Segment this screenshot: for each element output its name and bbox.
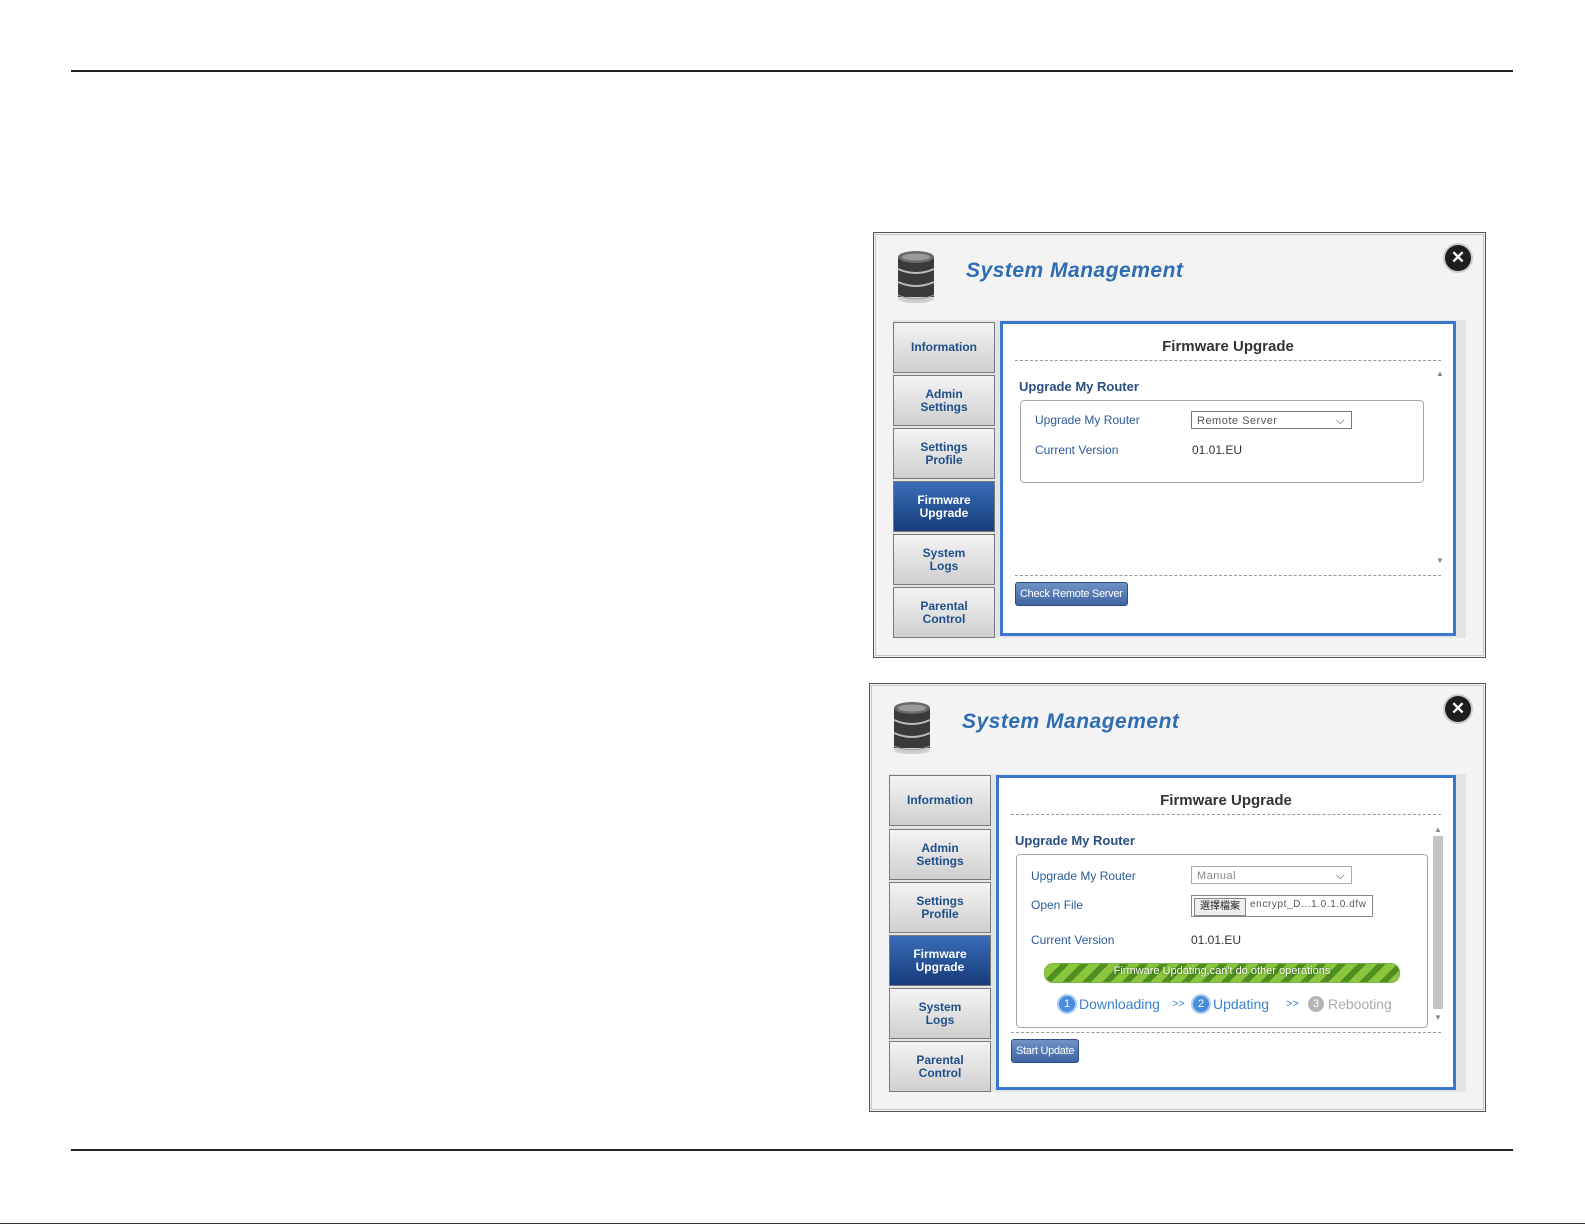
start-update-button[interactable]: Start Update	[1011, 1039, 1080, 1063]
step-updating: 2 Updating	[1193, 996, 1269, 1012]
section-title: Upgrade My Router	[1019, 379, 1139, 394]
sidebar-nav: Information Admin Settings Settings Prof…	[893, 320, 997, 638]
scrollbar-thumb[interactable]	[1433, 836, 1443, 1009]
chevron-down-icon: ⌵	[1336, 870, 1345, 882]
divider	[1011, 814, 1441, 815]
window-title: System Management	[966, 259, 1184, 282]
current-version-label: Current Version	[1035, 443, 1119, 457]
sidebar-item-parental-control[interactable]: Parental Control	[893, 587, 995, 638]
sidebar-item-system-logs[interactable]: System Logs	[889, 988, 991, 1039]
current-version-value: 01.01.EU	[1191, 933, 1242, 947]
step-separator: >>	[1172, 998, 1185, 1010]
upgrade-fieldset: Upgrade My Router Remote Server ⌵ Curren…	[1020, 400, 1424, 483]
check-remote-server-button[interactable]: Check Remote Server	[1015, 582, 1128, 606]
database-icon	[897, 251, 935, 303]
file-name: encrypt_D...1.0.1.0.dfw	[1250, 899, 1367, 910]
sidebar-item-admin-settings[interactable]: Admin Settings	[889, 829, 991, 880]
database-icon	[893, 702, 931, 754]
close-icon[interactable]: ✕	[1445, 245, 1471, 271]
system-management-window-1: System Management ✕ Information Admin Se…	[873, 232, 1486, 658]
sidebar-item-firmware-upgrade[interactable]: Firmware Upgrade	[889, 935, 991, 986]
content-panel: Firmware Upgrade Upgrade My Router Upgra…	[1000, 321, 1456, 636]
window-title: System Management	[962, 710, 1180, 733]
sidebar-item-settings-profile[interactable]: Settings Profile	[893, 428, 995, 479]
sidebar-item-system-logs[interactable]: System Logs	[893, 534, 995, 585]
open-file-label: Open File	[1031, 898, 1084, 912]
firmware-progress-bar: Firmware Updating,can't do other operati…	[1044, 963, 1400, 983]
current-version-value: 01.01.EU	[1192, 443, 1243, 457]
file-input[interactable]: 選擇檔案 encrypt_D...1.0.1.0.dfw	[1191, 895, 1373, 917]
upgrade-mode-select[interactable]: Remote Server ⌵	[1191, 411, 1352, 429]
window-header: System Management ✕	[876, 235, 1483, 315]
progress-text: Firmware Updating,can't do other operati…	[1113, 965, 1331, 977]
bottom-rule	[71, 1149, 1513, 1151]
sidebar-item-parental-control[interactable]: Parental Control	[889, 1041, 991, 1092]
scroll-up-arrow-icon[interactable]: ▲	[1433, 825, 1443, 834]
sidebar-nav: Information Admin Settings Settings Prof…	[889, 774, 993, 1092]
sidebar-item-firmware-upgrade[interactable]: Firmware Upgrade	[893, 481, 995, 532]
divider	[1011, 1032, 1441, 1033]
scroll-up-arrow-icon[interactable]: ▲	[1435, 369, 1445, 378]
sidebar-item-settings-profile[interactable]: Settings Profile	[889, 882, 991, 933]
section-title: Upgrade My Router	[1015, 833, 1135, 848]
system-management-window-2: System Management ✕ Information Admin Se…	[869, 683, 1486, 1112]
chevron-down-icon: ⌵	[1336, 415, 1345, 427]
window-body: Information Admin Settings Settings Prof…	[893, 320, 1466, 638]
upgrade-fieldset: Upgrade My Router Manual ⌵ Open File 選擇檔…	[1016, 854, 1428, 1028]
sidebar-item-information[interactable]: Information	[893, 322, 995, 373]
upgrade-mode-label: Upgrade My Router	[1031, 869, 1136, 883]
window-body: Information Admin Settings Settings Prof…	[889, 774, 1466, 1092]
scroll-down-arrow-icon[interactable]: ▼	[1435, 556, 1445, 565]
sidebar-item-information[interactable]: Information	[889, 775, 991, 826]
upgrade-mode-select[interactable]: Manual ⌵	[1191, 866, 1352, 884]
window-header: System Management ✕	[872, 686, 1483, 766]
step-rebooting: 3 Rebooting	[1308, 996, 1392, 1012]
current-version-label: Current Version	[1031, 933, 1115, 947]
content-title: Firmware Upgrade	[1162, 338, 1294, 355]
divider	[1015, 575, 1441, 576]
content-panel: Firmware Upgrade Upgrade My Router Upgra…	[996, 775, 1456, 1090]
sidebar-item-admin-settings[interactable]: Admin Settings	[893, 375, 995, 426]
scroll-down-arrow-icon[interactable]: ▼	[1433, 1013, 1443, 1022]
upgrade-mode-label: Upgrade My Router	[1035, 413, 1140, 427]
close-icon[interactable]: ✕	[1445, 696, 1471, 722]
step-downloading: 1 Downloading	[1059, 996, 1160, 1012]
page-bottom-edge	[0, 1223, 1585, 1224]
top-rule	[71, 70, 1513, 72]
content-title: Firmware Upgrade	[1160, 792, 1292, 809]
choose-file-button[interactable]: 選擇檔案	[1194, 898, 1246, 916]
divider	[1015, 360, 1441, 361]
step-separator: >>	[1286, 998, 1299, 1010]
